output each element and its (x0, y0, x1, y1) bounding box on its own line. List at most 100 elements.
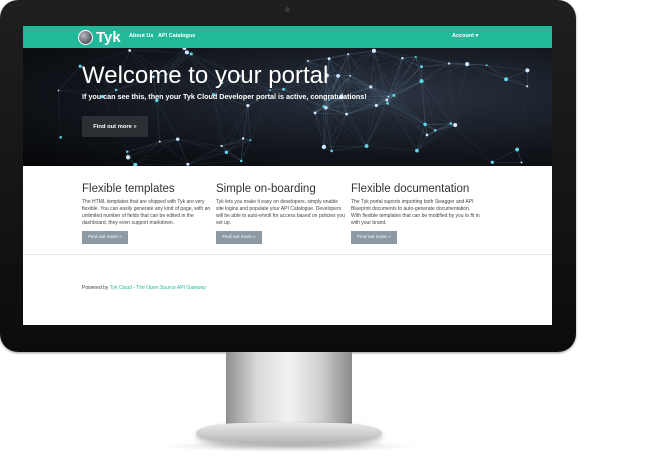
hero-title: Welcome to your portal (82, 62, 329, 89)
network-edge (129, 48, 185, 51)
navbar: Tyk About Us API Catalogue Account ▾ (23, 26, 552, 48)
network-node (425, 133, 429, 137)
network-node (465, 62, 470, 67)
network-node (59, 135, 62, 139)
network-node (327, 57, 331, 61)
network-node (239, 159, 243, 163)
network-node (449, 122, 453, 125)
network-node (371, 48, 376, 53)
network-edge (226, 139, 251, 153)
network-edge (323, 105, 377, 148)
network-node (415, 148, 419, 153)
hero-banner: Welcome to your portal If you can see th… (23, 48, 552, 166)
network-edge (177, 138, 244, 140)
network-edge (250, 140, 324, 147)
network-edge (386, 99, 428, 136)
network-node (249, 139, 252, 142)
network-node (526, 85, 529, 88)
network-edge (159, 141, 189, 165)
network-node (453, 122, 458, 128)
network-node (420, 65, 423, 69)
network-edge (247, 105, 251, 141)
network-node (313, 111, 317, 115)
network-edge (156, 100, 160, 142)
network-node (364, 144, 369, 148)
network-node (448, 62, 451, 65)
network-node (128, 49, 132, 52)
network-edge (506, 70, 528, 80)
network-edge (366, 134, 428, 147)
network-node (246, 104, 250, 108)
hero-subtitle: If you can see this, then your Tyk Cloud… (82, 92, 367, 101)
network-edge (159, 141, 222, 147)
network-node (184, 50, 189, 55)
network-edge (160, 94, 214, 141)
nav-api-catalogue[interactable]: API Catalogue (158, 33, 195, 39)
network-node (423, 122, 427, 127)
feature-find-out-more-button[interactable]: Find out more » (82, 231, 128, 244)
network-edge (516, 149, 522, 163)
footer-divider (23, 254, 552, 255)
network-edge (425, 123, 451, 125)
feature-title: Flexible documentation (351, 183, 470, 195)
brand-name: Tyk (96, 28, 121, 46)
feature-find-out-more-button[interactable]: Find out more » (216, 231, 262, 244)
network-node (186, 162, 190, 166)
network-edge (450, 123, 493, 163)
network-edge (450, 65, 487, 124)
network-edge (416, 123, 451, 151)
network-edge (451, 124, 517, 150)
network-edge (213, 94, 251, 141)
network-edge (58, 90, 61, 138)
tyk-logo-icon (78, 29, 93, 45)
network-edge (314, 112, 367, 147)
network-node (336, 74, 340, 78)
brand[interactable]: Tyk (78, 28, 121, 46)
network-edge (60, 136, 128, 152)
network-node (321, 144, 327, 150)
network-node (485, 64, 488, 67)
network-node (125, 155, 131, 160)
network-node (224, 150, 229, 155)
feature-text: The HTML templates that are shipped with… (82, 199, 211, 226)
monitor-screen: Tyk About Us API Catalogue Account ▾ Wel… (23, 26, 552, 325)
network-edge (250, 113, 315, 140)
network-node (345, 112, 349, 116)
monitor-stand-neck (226, 352, 352, 426)
nav-account-dropdown[interactable]: Account ▾ (452, 33, 478, 39)
network-edge (366, 145, 417, 151)
feature-flexible-templates: Flexible templates The HTML templates th… (82, 183, 210, 244)
network-node (386, 102, 389, 105)
network-edge (455, 124, 493, 163)
network-node (176, 137, 180, 141)
network-node (57, 89, 60, 92)
network-node (401, 56, 404, 60)
feature-title: Flexible templates (82, 183, 175, 195)
hero-find-out-more-button[interactable]: Find out more » (82, 116, 148, 137)
monitor-stand-base (196, 423, 382, 443)
webcam-dot (285, 7, 290, 12)
feature-find-out-more-button[interactable]: Find out more » (351, 231, 397, 244)
network-edge (492, 149, 518, 163)
network-node (385, 98, 389, 102)
footer-prefix: Powered by (82, 285, 110, 291)
network-edge (213, 94, 222, 147)
network-node (520, 161, 523, 164)
footer: Powered by Tyk Cloud - The Open Source A… (82, 285, 206, 291)
network-edge (467, 63, 507, 80)
nav-about-us[interactable]: About Us (129, 33, 153, 39)
network-edge (435, 130, 493, 163)
network-node (322, 105, 325, 108)
network-node (504, 77, 509, 82)
footer-link[interactable]: Tyk Cloud - The Open Source API Gateway (110, 285, 206, 291)
monitor-bezel: Tyk About Us API Catalogue Account ▾ Wel… (0, 0, 576, 352)
network-edge (135, 164, 188, 166)
network-edge (506, 79, 517, 149)
network-node (374, 103, 378, 108)
network-node (490, 160, 494, 164)
feature-simple-onboarding: Simple on-boarding Tyk lets you make it … (216, 183, 345, 244)
network-edge (449, 63, 507, 80)
network-node (369, 85, 373, 89)
feature-text: The Tyk portal suports importing both Sw… (351, 199, 480, 226)
network-edge (416, 134, 428, 151)
